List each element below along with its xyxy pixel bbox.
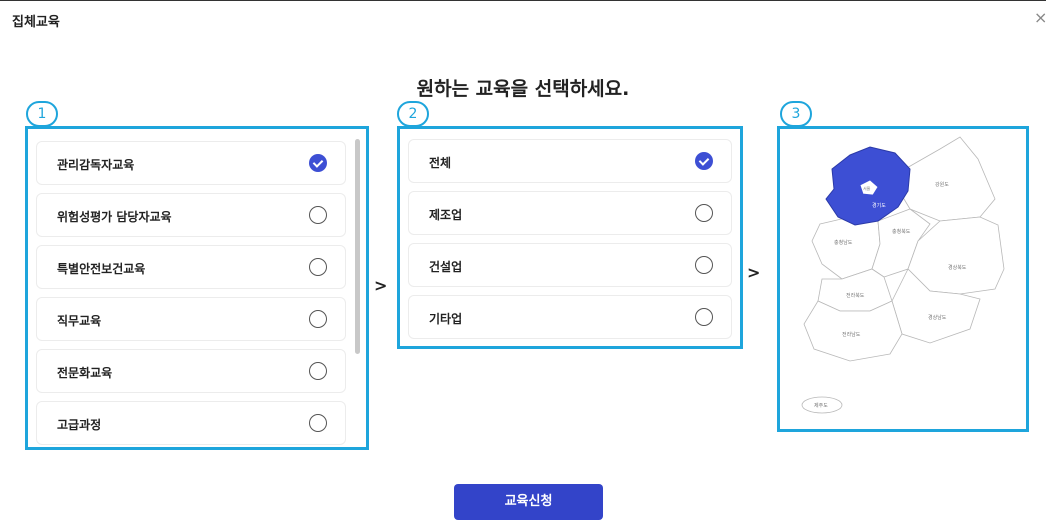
step-badge-2: 2: [397, 101, 429, 127]
radio-icon[interactable]: [695, 256, 713, 274]
option-label: 관리감독자교육: [57, 158, 135, 172]
radio-icon[interactable]: [309, 310, 327, 328]
radio-icon[interactable]: [309, 414, 327, 432]
map-label-gyeongbuk: 경상북도: [948, 264, 967, 271]
radio-icon[interactable]: [309, 362, 327, 380]
map-region-gangwon[interactable]: [897, 136, 996, 222]
apply-button[interactable]: 교육신청: [454, 484, 603, 520]
scrollbar[interactable]: [355, 139, 360, 354]
industry-panel: 전체 제조업 건설업 기타업: [397, 126, 743, 349]
map-label-chungbuk: 충청북도: [892, 228, 911, 235]
next-arrow-icon: >: [747, 263, 761, 282]
education-type-panel: 관리감독자교육 위험성평가 담당자교육 특별안전보건교육 직무교육 전문화교육 …: [25, 126, 369, 450]
option-label: 전체: [429, 156, 452, 170]
radio-icon[interactable]: [695, 308, 713, 326]
map-label-gyeonggi: 경기도: [872, 202, 886, 209]
option-label: 고급과정: [57, 418, 102, 432]
education-option-4[interactable]: 직무교육: [36, 297, 346, 341]
check-icon[interactable]: [695, 152, 713, 170]
next-arrow-icon: >: [374, 276, 388, 295]
education-option-3[interactable]: 특별안전보건교육: [36, 245, 346, 289]
top-border: [0, 0, 1046, 1]
map-label-seoul: 서울: [863, 185, 871, 191]
option-label: 직무교육: [57, 314, 102, 328]
option-label: 전문화교육: [57, 366, 113, 380]
option-label: 특별안전보건교육: [57, 262, 146, 276]
industry-option-1[interactable]: 전체: [408, 139, 732, 183]
education-option-2[interactable]: 위험성평가 담당자교육: [36, 193, 346, 237]
step-badge-1: 1: [26, 101, 58, 127]
region-map-panel: 서울 경기도 강원도 충청북도 충청남도 경상북도 전라북도 경상남도 전라남도…: [777, 126, 1029, 432]
radio-icon[interactable]: [309, 206, 327, 224]
map-region-jeonbuk[interactable]: [817, 268, 893, 312]
education-option-6[interactable]: 고급과정: [36, 401, 346, 445]
korea-map: 서울 경기도 강원도 충청북도 충청남도 경상북도 전라북도 경상남도 전라남도…: [801, 136, 1005, 414]
map-label-jeonbuk: 전라북도: [846, 292, 865, 299]
radio-icon[interactable]: [695, 204, 713, 222]
modal-title: 집체교육: [12, 15, 60, 30]
close-icon[interactable]: ×: [1034, 8, 1046, 27]
industry-option-2[interactable]: 제조업: [408, 191, 732, 235]
option-label: 제조업: [429, 208, 463, 222]
education-option-5[interactable]: 전문화교육: [36, 349, 346, 393]
option-label: 위험성평가 담당자교육: [57, 210, 172, 224]
option-label: 기타업: [429, 312, 463, 326]
industry-option-3[interactable]: 건설업: [408, 243, 732, 287]
map-label-jeonnam: 전라남도: [842, 331, 861, 338]
map-label-chungnam: 충청남도: [834, 239, 853, 246]
map-label-jeju: 제주도: [814, 402, 828, 409]
industry-option-4[interactable]: 기타업: [408, 295, 732, 339]
map-label-gangwon: 강원도: [935, 181, 949, 188]
selection-prompt: 원하는 교육을 선택하세요.: [416, 78, 630, 100]
check-icon[interactable]: [309, 154, 327, 172]
map-label-gyeongnam: 경상남도: [928, 314, 947, 321]
step-badge-3: 3: [780, 101, 812, 127]
radio-icon[interactable]: [309, 258, 327, 276]
option-label: 건설업: [429, 260, 463, 274]
education-option-1[interactable]: 관리감독자교육: [36, 141, 346, 185]
